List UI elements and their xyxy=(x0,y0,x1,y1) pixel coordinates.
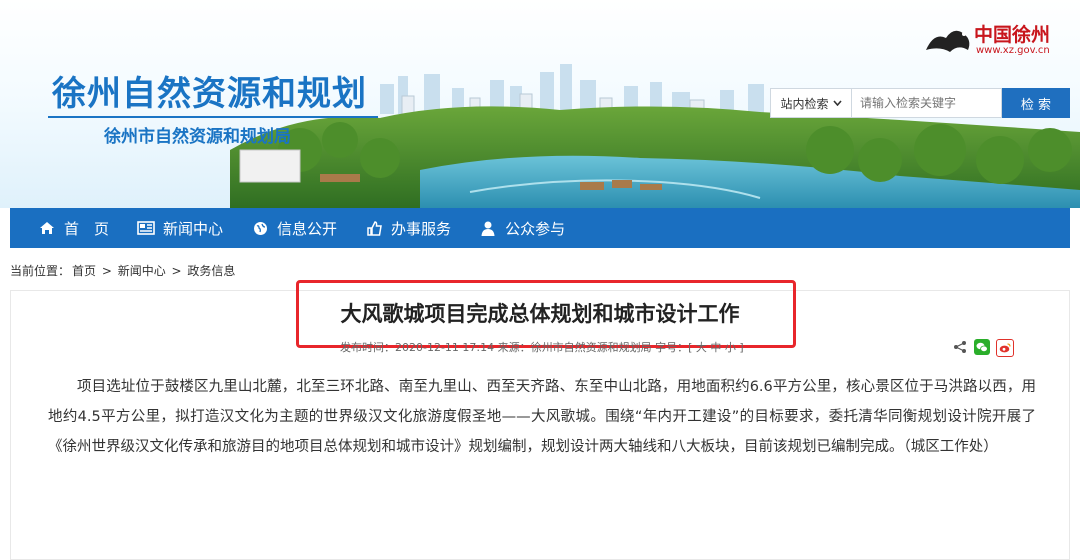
nav-item-services[interactable]: 办事服务 xyxy=(365,208,479,248)
site-banner: 徐州自然资源和规划 徐州市自然资源和规划局 中国徐州 www.xz.gov.cn… xyxy=(0,0,1080,208)
breadcrumb-prefix: 当前位置： xyxy=(10,264,71,278)
chevron-down-icon xyxy=(832,100,842,106)
china-xuzhou-logo[interactable]: 中国徐州 www.xz.gov.cn xyxy=(924,20,1066,60)
nav-item-label: 办事服务 xyxy=(391,219,452,238)
share-buttons xyxy=(952,339,1014,357)
nav-item-info-disclosure[interactable]: 信息公开 xyxy=(251,208,365,248)
nav-item-public-participation[interactable]: 公众参与 xyxy=(479,208,593,248)
logo-text: 中国徐州 xyxy=(974,24,1051,46)
nav-item-home[interactable]: 首 页 xyxy=(10,208,137,248)
site-subtitle: 徐州市自然资源和规划局 xyxy=(104,127,291,147)
article-title: 大风歌城项目完成总体规划和城市设计工作 xyxy=(340,302,740,326)
newspaper-icon xyxy=(137,220,155,236)
nav-item-label: 新闻中心 xyxy=(163,219,224,238)
nav-item-label: 公众参与 xyxy=(505,219,566,238)
wechat-icon[interactable] xyxy=(974,339,990,355)
share-icon[interactable] xyxy=(952,339,968,355)
breadcrumb-link-news[interactable]: 新闻中心 xyxy=(118,264,166,278)
title-divider xyxy=(48,116,378,118)
nav-item-label: 信息公开 xyxy=(277,219,338,238)
breadcrumb-separator: > xyxy=(98,264,116,278)
globe-icon xyxy=(251,220,269,236)
breadcrumb-link-gov-info[interactable]: 政务信息 xyxy=(187,264,235,278)
breadcrumb: 当前位置： 首页 > 新闻中心 > 政务信息 xyxy=(10,262,237,279)
search-scope-select[interactable]: 站内检索 xyxy=(770,88,852,118)
user-icon xyxy=(479,220,497,236)
search-bar: 站内检索 检 索 xyxy=(770,88,1070,118)
search-scope-label: 站内检索 xyxy=(780,96,829,111)
main-nav: 首 页 新闻中心 信息公开 办事服务 公众参与 xyxy=(10,208,1070,248)
search-button[interactable]: 检 索 xyxy=(1002,88,1070,118)
weibo-icon[interactable] xyxy=(996,339,1014,357)
article-meta: 发布时间：2020-12-11 17:14 来源：徐州市自然资源和规划局 字号：… xyxy=(340,341,744,354)
breadcrumb-separator: > xyxy=(167,264,186,278)
search-input[interactable] xyxy=(852,88,1002,118)
breadcrumb-link-home[interactable]: 首页 xyxy=(72,264,96,278)
dragon-emblem-icon xyxy=(926,30,970,52)
logo-url: www.xz.gov.cn xyxy=(976,45,1050,56)
site-title: 徐州自然资源和规划 xyxy=(52,74,367,114)
thumbs-up-icon xyxy=(365,220,383,236)
nav-item-label: 首 页 xyxy=(64,219,110,238)
article-body: 项目选址位于鼓楼区九里山北麓，北至三环北路、南至九里山、西至天齐路、东至中山北路… xyxy=(48,379,1036,455)
home-icon xyxy=(38,220,56,236)
nav-item-news[interactable]: 新闻中心 xyxy=(137,208,251,248)
